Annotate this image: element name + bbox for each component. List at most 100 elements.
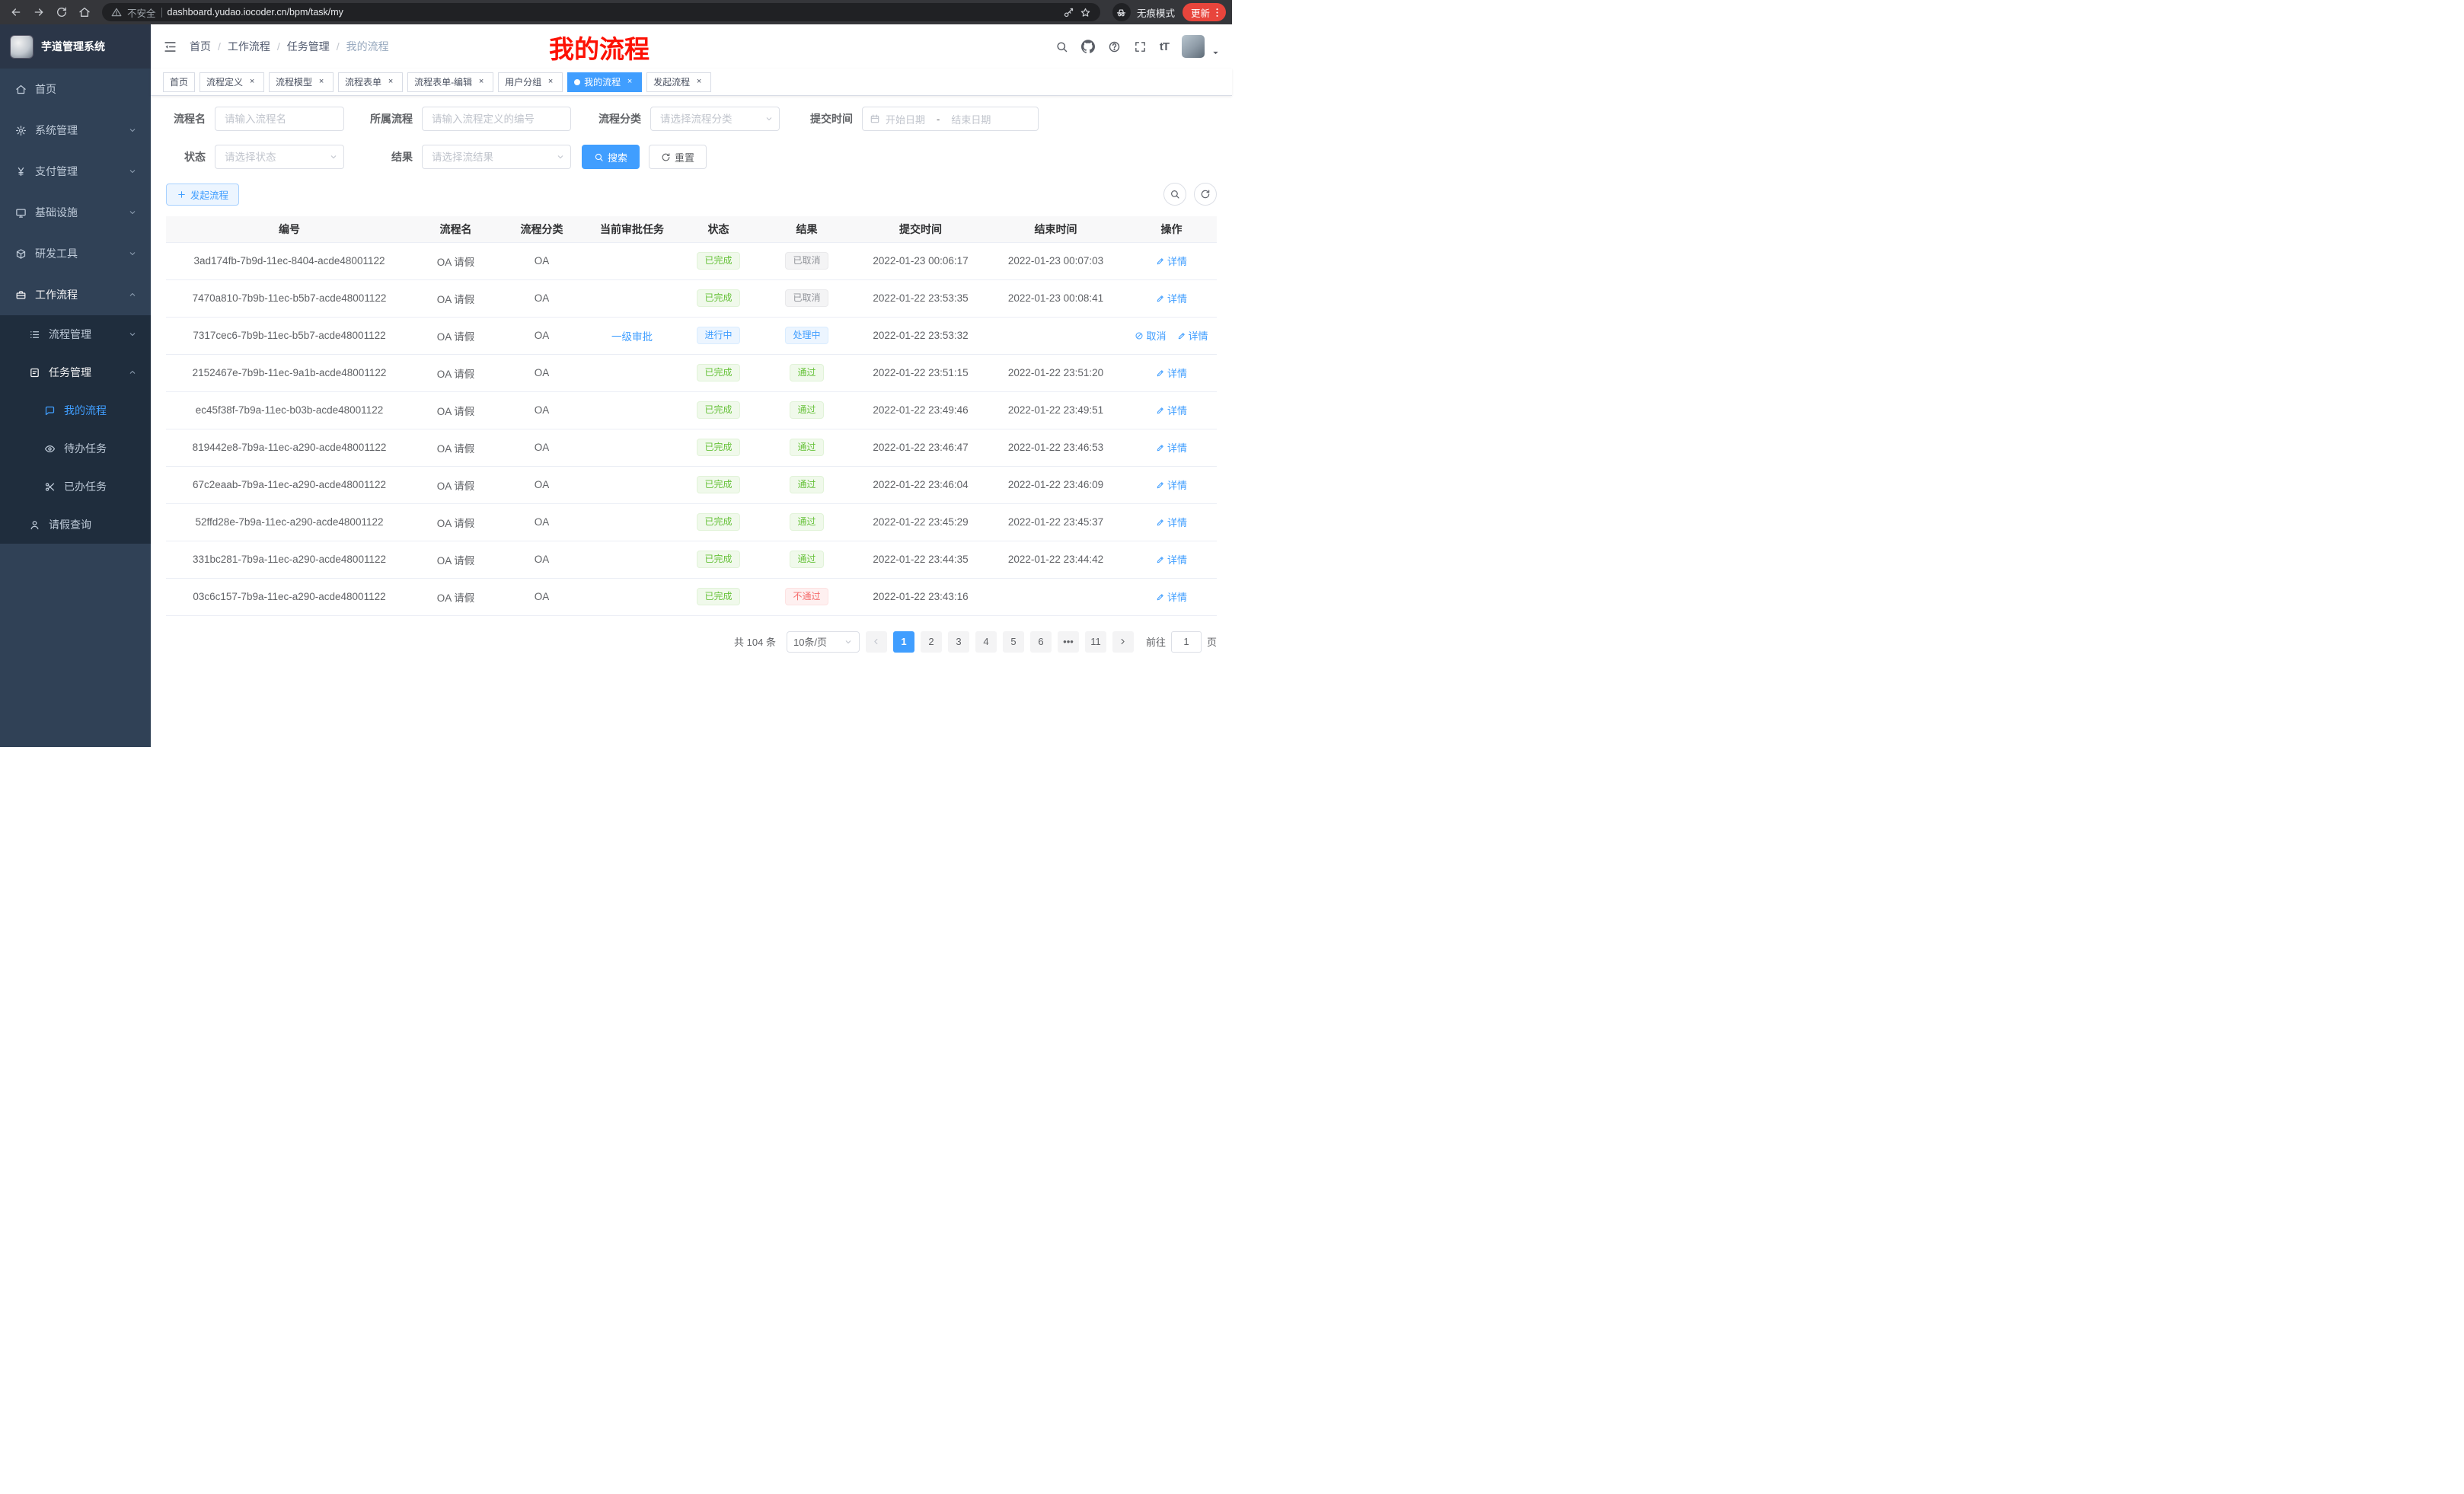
detail-button[interactable]: 详情	[1156, 515, 1187, 529]
gear-icon	[15, 125, 27, 136]
cell-end-time: 2022-01-23 00:07:03	[985, 242, 1126, 279]
cell-process-name: OA 请假	[413, 541, 499, 578]
sidebar-item-process-management[interactable]: 流程管理	[0, 315, 151, 353]
tab-我的流程[interactable]: 我的流程×	[567, 72, 642, 92]
address-bar[interactable]: 不安全 dashboard.yudao.iocoder.cn/bpm/task/…	[102, 3, 1100, 21]
detail-button[interactable]: 详情	[1156, 552, 1187, 567]
detail-button[interactable]: 详情	[1177, 328, 1208, 343]
home-icon[interactable]	[75, 2, 94, 22]
sidebar-item-system[interactable]: 系统管理	[0, 110, 151, 151]
cell-id: 7317cec6-7b9b-11ec-b5b7-acde48001122	[166, 317, 413, 354]
tab-流程表单-编辑[interactable]: 流程表单-编辑×	[407, 72, 493, 92]
status-select[interactable]	[215, 145, 344, 169]
breadcrumb-item[interactable]: 工作流程	[228, 39, 270, 54]
breadcrumb-item[interactable]: 任务管理	[287, 39, 330, 54]
process-name-input[interactable]	[215, 107, 344, 131]
parent-process-input[interactable]	[422, 107, 571, 131]
start-process-button[interactable]: 发起流程	[166, 184, 239, 206]
page-ellipsis[interactable]: •••	[1058, 631, 1079, 653]
sidebar-item-workflow[interactable]: 工作流程	[0, 274, 151, 315]
cell-category: OA	[499, 429, 585, 466]
cell-process-name: OA 请假	[413, 279, 499, 317]
back-icon[interactable]	[6, 2, 26, 22]
tab-用户分组[interactable]: 用户分组×	[498, 72, 563, 92]
close-icon[interactable]: ×	[385, 77, 396, 88]
star-icon[interactable]	[1080, 7, 1091, 18]
breadcrumb-item[interactable]: 首页	[190, 39, 211, 54]
sidebar-item-task-management[interactable]: 任务管理	[0, 353, 151, 391]
detail-button[interactable]: 详情	[1156, 254, 1187, 268]
detail-button[interactable]: 详情	[1156, 477, 1187, 492]
sidebar-item-todo-tasks[interactable]: 待办任务	[0, 429, 151, 468]
detail-button[interactable]: 详情	[1156, 589, 1187, 604]
page-button-11[interactable]: 11	[1085, 631, 1106, 653]
tab-发起流程[interactable]: 发起流程×	[646, 72, 711, 92]
sidebar-item-my-process[interactable]: 我的流程	[0, 391, 151, 429]
goto-page-input[interactable]	[1171, 631, 1202, 653]
filter-category: 流程分类	[582, 107, 780, 131]
github-icon[interactable]	[1081, 40, 1095, 53]
tab-流程定义[interactable]: 流程定义×	[199, 72, 264, 92]
update-button[interactable]: 更新	[1183, 3, 1226, 21]
category-label: 流程分类	[582, 111, 650, 126]
help-icon[interactable]	[1108, 40, 1121, 53]
task-link[interactable]: 一级审批	[611, 331, 653, 343]
cell-actions: 详情	[1126, 503, 1217, 541]
close-icon[interactable]: ×	[694, 77, 704, 88]
prev-page-button[interactable]	[866, 631, 887, 653]
reload-icon[interactable]	[52, 2, 72, 22]
page-button-6[interactable]: 6	[1030, 631, 1052, 653]
sidebar-item-label: 首页	[35, 81, 56, 97]
page-button-5[interactable]: 5	[1003, 631, 1024, 653]
tab-流程模型[interactable]: 流程模型×	[269, 72, 334, 92]
page-button-4[interactable]: 4	[975, 631, 997, 653]
page-size-select[interactable]: 10条/页	[787, 631, 860, 653]
font-size-icon[interactable]: tT	[1160, 40, 1169, 53]
sidebar-item-home[interactable]: 首页	[0, 69, 151, 110]
app-logo[interactable]: 芋道管理系统	[0, 24, 151, 69]
category-select[interactable]	[650, 107, 780, 131]
close-icon[interactable]: ×	[316, 77, 327, 88]
clipboard-icon	[29, 367, 40, 378]
tab-首页[interactable]: 首页	[163, 72, 195, 92]
search-icon[interactable]	[1055, 40, 1068, 53]
sidebar-item-infrastructure[interactable]: 基础设施	[0, 192, 151, 233]
user-avatar[interactable]	[1182, 35, 1205, 58]
menu-dots-icon[interactable]	[1211, 7, 1223, 18]
caret-down-icon[interactable]	[1211, 49, 1220, 57]
detail-button[interactable]: 详情	[1156, 403, 1187, 417]
detail-button[interactable]: 详情	[1156, 440, 1187, 455]
detail-button[interactable]: 详情	[1156, 291, 1187, 305]
sidebar-item-done-tasks[interactable]: 已办任务	[0, 468, 151, 506]
sidebar-item-payment[interactable]: 支付管理	[0, 151, 151, 192]
toggle-search-button[interactable]	[1163, 183, 1186, 206]
close-icon[interactable]: ×	[624, 77, 635, 88]
result-select[interactable]	[422, 145, 571, 169]
cell-id: 52ffd28e-7b9a-11ec-a290-acde48001122	[166, 503, 413, 541]
column-header: 提交时间	[856, 216, 985, 242]
close-icon[interactable]: ×	[545, 77, 556, 88]
sidebar-item-leave-query[interactable]: 请假查询	[0, 506, 151, 544]
close-icon[interactable]: ×	[476, 77, 487, 88]
forward-icon[interactable]	[29, 2, 49, 22]
date-range-picker[interactable]: 开始日期 - 结束日期	[862, 107, 1039, 131]
reset-button[interactable]: 重置	[649, 145, 707, 169]
cancel-button[interactable]: 取消	[1135, 328, 1166, 343]
range-separator: -	[930, 113, 946, 125]
cell-submit-time: 2022-01-22 23:44:35	[856, 541, 985, 578]
next-page-button[interactable]	[1112, 631, 1134, 653]
tab-流程表单[interactable]: 流程表单×	[338, 72, 403, 92]
key-icon[interactable]	[1063, 7, 1074, 18]
refresh-table-button[interactable]	[1194, 183, 1217, 206]
sidebar-item-dev-tools[interactable]: 研发工具	[0, 233, 151, 274]
collapse-sidebar-icon[interactable]	[163, 40, 177, 54]
close-icon[interactable]: ×	[247, 77, 257, 88]
cell-end-time	[985, 578, 1126, 615]
page-button-3[interactable]: 3	[948, 631, 969, 653]
search-button[interactable]: 搜索	[582, 145, 640, 169]
detail-button[interactable]: 详情	[1156, 366, 1187, 380]
page-button-1[interactable]: 1	[893, 631, 914, 653]
fullscreen-icon[interactable]	[1134, 40, 1147, 53]
cell-actions: 详情	[1126, 541, 1217, 578]
page-button-2[interactable]: 2	[921, 631, 942, 653]
